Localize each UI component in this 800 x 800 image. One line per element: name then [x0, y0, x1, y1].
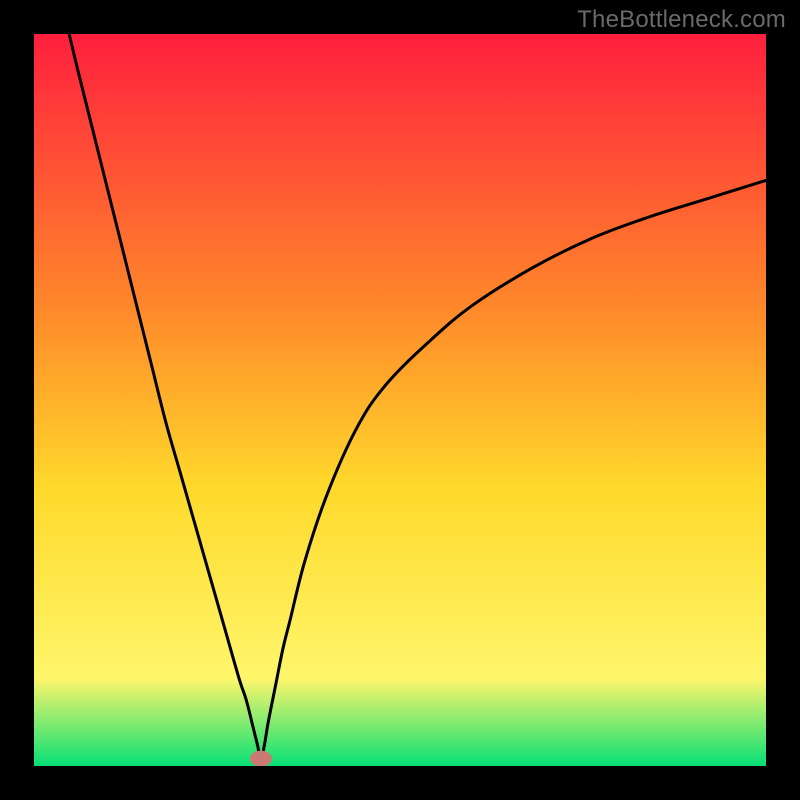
watermark-text: TheBottleneck.com	[577, 6, 786, 34]
chart-svg	[34, 34, 766, 766]
gradient-background	[34, 34, 766, 766]
plot-area	[34, 34, 766, 766]
chart-frame: TheBottleneck.com	[0, 0, 800, 800]
minimum-marker	[250, 751, 272, 766]
